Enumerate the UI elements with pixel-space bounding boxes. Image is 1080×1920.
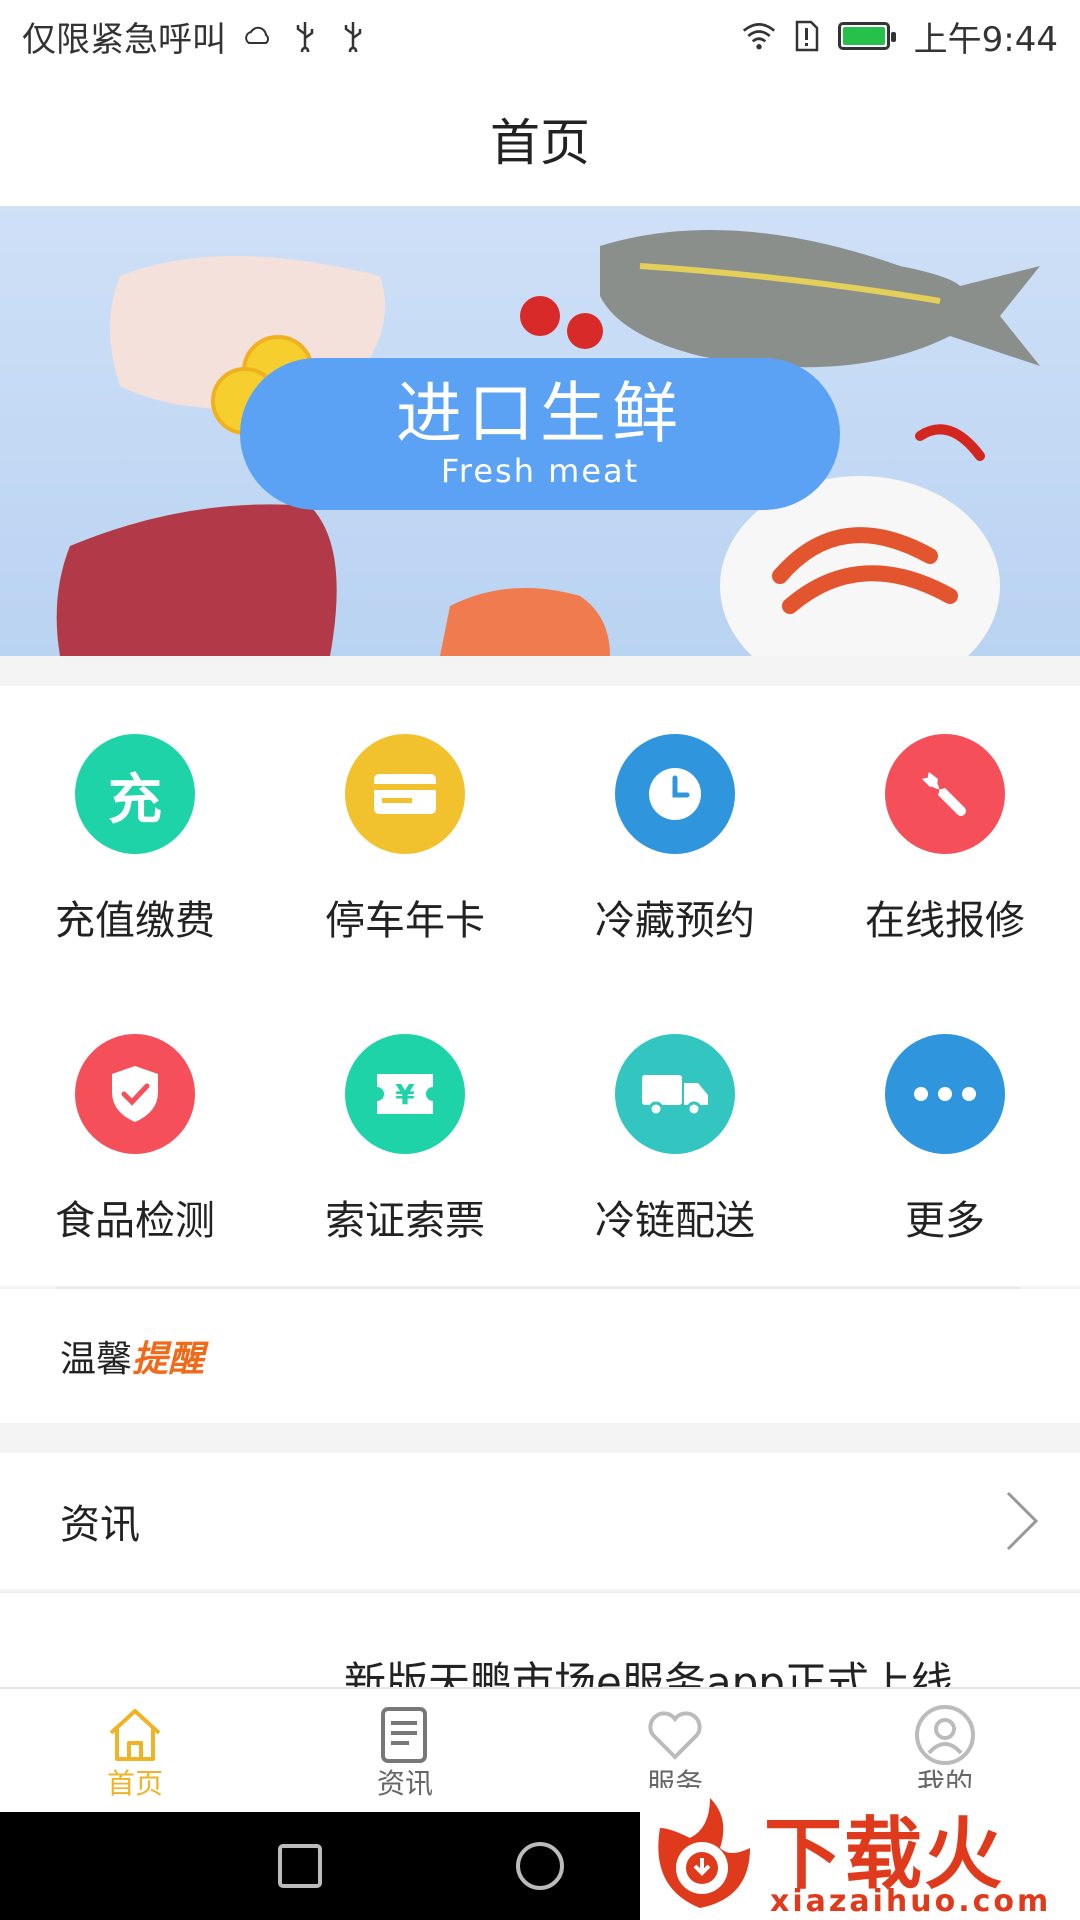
grid-item-certificate[interactable]: ¥ 索证索票: [270, 986, 540, 1286]
recharge-icon: 充: [75, 734, 195, 854]
tab-label: 资讯: [376, 1767, 433, 1800]
grid-item-repair[interactable]: 在线报修: [810, 686, 1080, 986]
ticket-icon: ¥: [345, 1034, 465, 1154]
home-icon: [109, 1709, 161, 1761]
grid-item-recharge[interactable]: 充 充值缴费: [0, 686, 270, 986]
grid-item-parking-card[interactable]: 停车年卡: [270, 686, 540, 986]
weather-icon: [240, 19, 274, 53]
usb-icon: [288, 19, 322, 53]
news-section-title: 资讯: [60, 1502, 140, 1548]
banner-caption: 进口生鲜 Fresh meat: [240, 358, 840, 510]
grid-item-label: 食品检测: [55, 1198, 215, 1244]
page-title: 首页: [490, 114, 590, 172]
promo-banner[interactable]: 进口生鲜 Fresh meat: [0, 206, 1080, 656]
tab-news[interactable]: 资讯: [270, 1689, 540, 1814]
tab-label: 首页: [106, 1767, 163, 1800]
whole-fish-shape: [600, 230, 1040, 368]
wrench-icon: [885, 734, 1005, 854]
flame-logo-icon: [658, 1798, 750, 1908]
page-header: 首页: [0, 72, 1080, 206]
news-list-item[interactable]: 新版天鹏市场e服务app正式上线: [0, 1591, 1080, 1689]
reminder-label: 温馨: [60, 1339, 133, 1380]
wifi-icon: [742, 19, 776, 53]
heart-icon: [648, 1711, 702, 1760]
recents-icon[interactable]: [272, 1838, 328, 1894]
usb-icon: [336, 19, 370, 53]
banner-title-cn: 进口生鲜: [396, 375, 684, 452]
function-grid: 充 充值缴费 停车年卡 冷藏预约 在线报修 食品检测 ¥ 索证索票 冷链配送 更…: [0, 686, 1080, 1286]
site-watermark: 下载火 xiazaihuo.com: [640, 1788, 1080, 1920]
parking-card-icon: [345, 734, 465, 854]
grid-item-label: 冷藏预约: [595, 898, 755, 944]
tomato-shape: [567, 313, 603, 349]
grid-item-more[interactable]: 更多: [810, 986, 1080, 1286]
watermark-url: xiazaihuo.com: [770, 1884, 1052, 1919]
grid-item-cold-storage[interactable]: 冷藏预约: [540, 686, 810, 986]
banner-title-en: Fresh meat: [440, 452, 640, 490]
grid-item-food-inspection[interactable]: 食品检测: [0, 986, 270, 1286]
reminder-bar[interactable]: 温馨 提醒: [0, 1289, 1080, 1423]
more-icon: [885, 1034, 1005, 1154]
home-nav-icon[interactable]: [512, 1838, 568, 1894]
truck-icon: [615, 1034, 735, 1154]
clock-icon: [615, 734, 735, 854]
tab-home[interactable]: 首页: [0, 1689, 270, 1814]
tomato-shape: [520, 296, 560, 336]
grid-item-label: 充值缴费: [55, 898, 215, 944]
news-item-title: 新版天鹏市场e服务app正式上线: [344, 1658, 953, 1689]
alert-sim-icon: [790, 19, 824, 53]
reminder-label-highlight: 提醒: [132, 1339, 205, 1380]
news-icon: [381, 1707, 427, 1763]
grid-item-label: 更多: [905, 1198, 985, 1244]
salmon-shape: [440, 588, 610, 656]
clock-time: 上午9:44: [913, 19, 1058, 60]
user-icon: [915, 1705, 975, 1765]
carrier-text: 仅限紧急呼叫: [22, 19, 226, 60]
shield-check-icon: [75, 1034, 195, 1154]
steak-shape: [56, 504, 337, 656]
grid-item-cold-chain[interactable]: 冷链配送: [540, 986, 810, 1286]
chevron-right-icon[interactable]: [1002, 1489, 1042, 1553]
grid-item-label: 冷链配送: [595, 1198, 755, 1244]
grid-item-label: 停车年卡: [325, 898, 485, 944]
grid-item-label: 在线报修: [865, 898, 1025, 944]
news-section-header[interactable]: 资讯: [0, 1453, 1080, 1589]
status-bar: 仅限紧急呼叫 上午9:44: [0, 0, 1080, 72]
grid-item-label: 索证索票: [325, 1198, 485, 1244]
battery-icon: [837, 22, 896, 50]
